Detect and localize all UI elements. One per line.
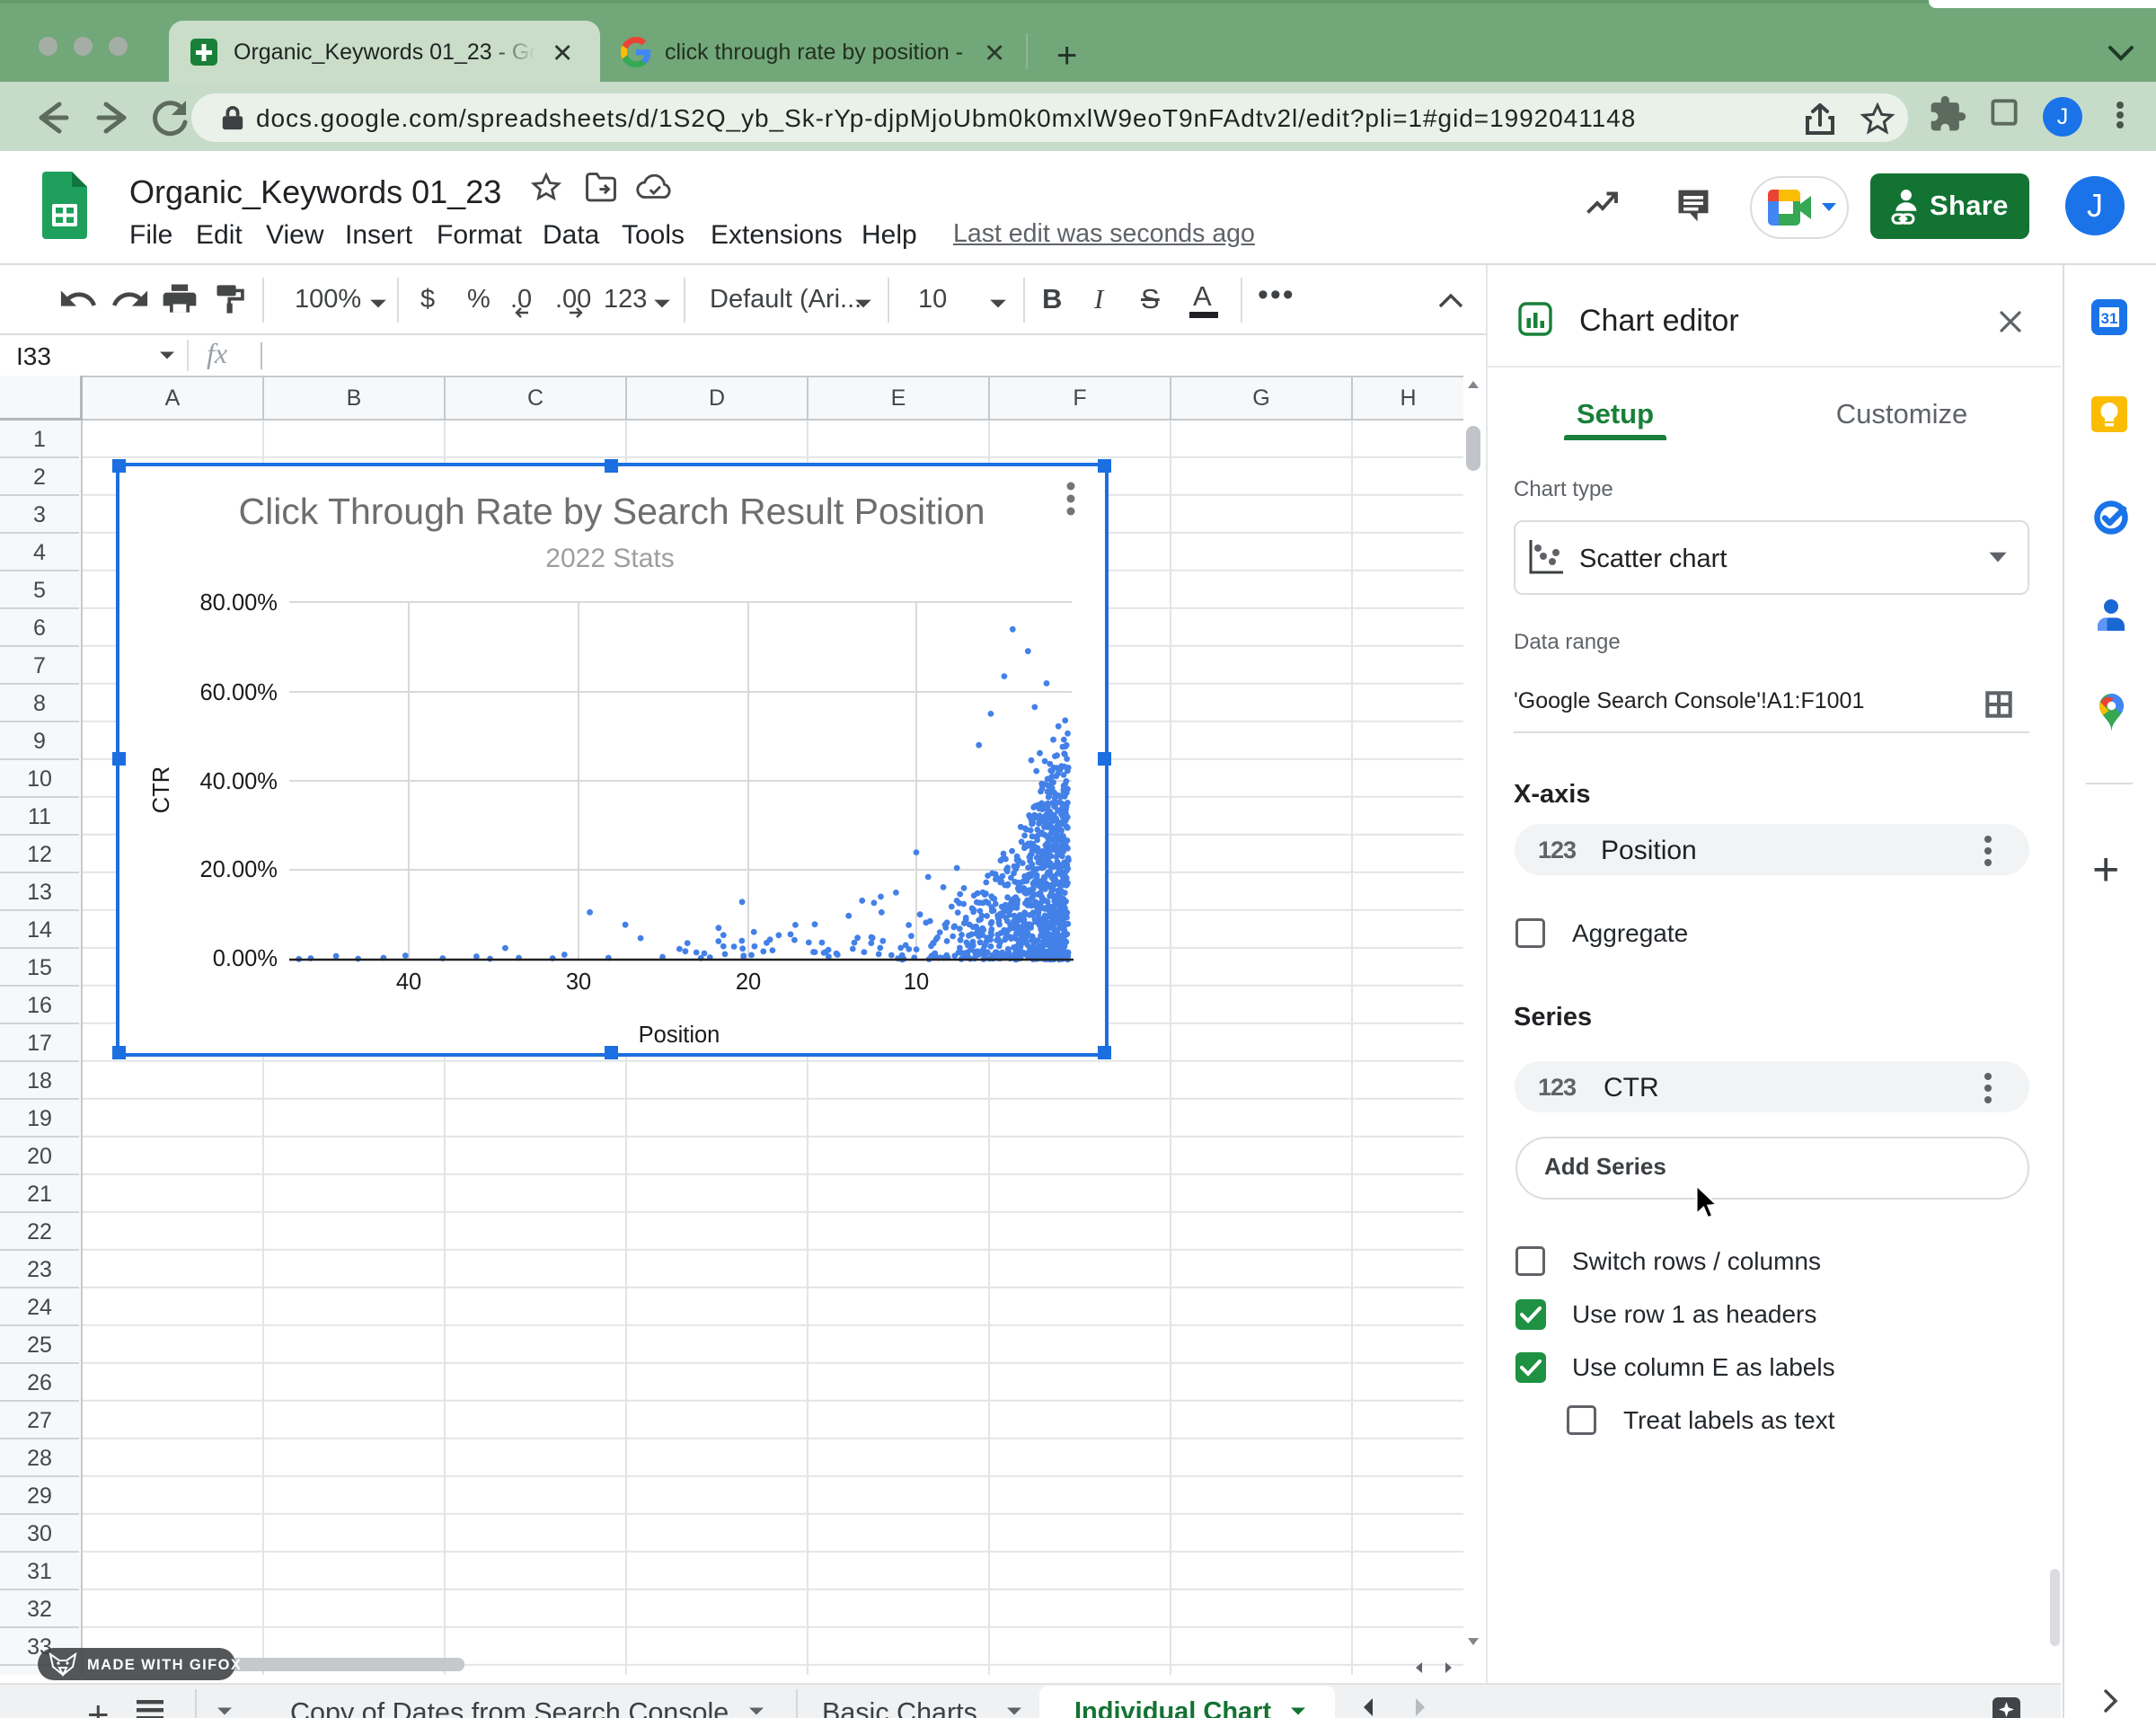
svg-text:31: 31 <box>2101 310 2118 327</box>
